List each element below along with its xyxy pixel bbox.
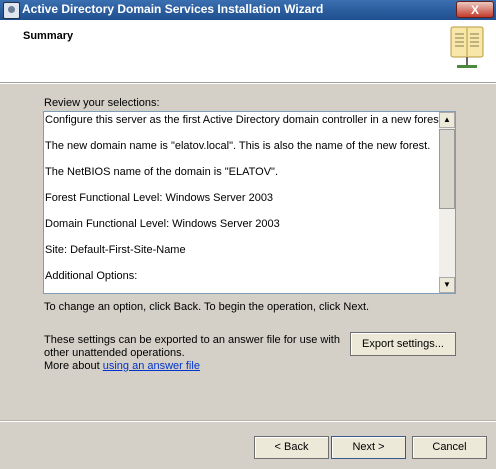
export-text-2: other unattended operations. [44, 347, 185, 359]
window-title: Active Directory Domain Services Install… [22, 2, 324, 16]
export-settings-button[interactable]: Export settings... [350, 332, 456, 356]
vertical-scrollbar[interactable]: ▲ ▼ [439, 112, 455, 293]
selection-line: Domain Functional Level: Windows Server … [45, 218, 280, 230]
answer-file-line: More about using an answer file [44, 360, 200, 372]
selection-line: The NetBIOS name of the domain is "ELATO… [45, 166, 279, 178]
book-icon [450, 26, 484, 68]
close-button[interactable]: X [456, 1, 494, 18]
summary-content: Configure this server as the first Activ… [45, 114, 445, 293]
cancel-button[interactable]: Cancel [412, 436, 487, 459]
change-hint: To change an option, click Back. To begi… [44, 301, 370, 313]
selection-line: The new domain name is "elatov.local". T… [45, 140, 431, 152]
footer-separator [0, 420, 496, 422]
scroll-thumb[interactable] [439, 129, 455, 209]
title-bar[interactable]: Active Directory Domain Services Install… [0, 0, 496, 20]
selection-line: Site: Default-First-Site-Name [45, 244, 186, 256]
summary-textbox[interactable]: Configure this server as the first Activ… [43, 111, 456, 294]
next-button[interactable]: Next > [331, 436, 406, 459]
app-icon [3, 2, 20, 19]
export-text-1: These settings can be exported to an ans… [44, 334, 340, 346]
selection-line: Additional Options: [45, 270, 138, 282]
more-about-text: More about [44, 360, 100, 372]
scroll-down-icon[interactable]: ▼ [439, 277, 455, 293]
review-label: Review your selections: [44, 97, 160, 109]
selection-line: Configure this server as the first Activ… [45, 114, 445, 126]
answer-file-link[interactable]: using an answer file [103, 360, 200, 372]
page-title: Summary [23, 30, 74, 42]
wizard-header: Summary [0, 20, 496, 84]
selection-line: Forest Functional Level: Windows Server … [45, 192, 274, 204]
scroll-up-icon[interactable]: ▲ [439, 112, 455, 128]
back-button[interactable]: < Back [254, 436, 329, 459]
